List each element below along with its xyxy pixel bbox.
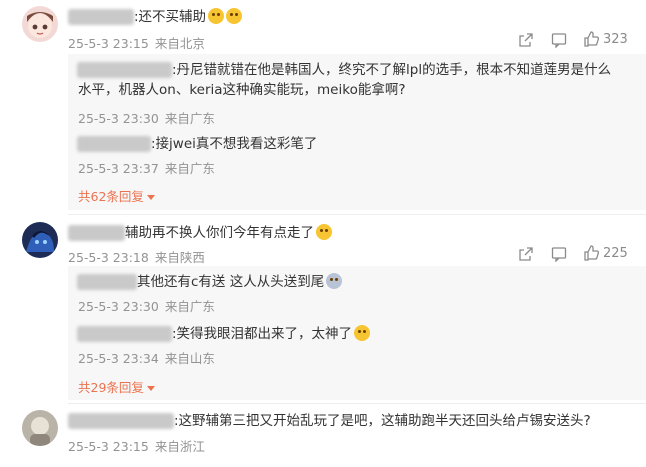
reply-date: 25-5-3 23:30: [78, 111, 159, 126]
emoji-icon: [226, 8, 243, 24]
emoji-icon: [208, 8, 225, 24]
reply-location: 来自广东: [164, 111, 215, 126]
reply-username[interactable]: [77, 326, 172, 342]
reply-meta: 25-5-3 23:30 来自广东: [78, 108, 215, 127]
reply-meta: 25-5-3 23:30 来自广东: [78, 296, 215, 315]
more-replies-link[interactable]: 共29条回复: [78, 377, 155, 396]
comment-meta: 25-5-3 23:15 来自浙江: [68, 436, 205, 455]
like-count: 323: [603, 32, 628, 47]
share-icon[interactable]: [518, 32, 534, 48]
comment-icon[interactable]: [551, 246, 567, 262]
reply-meta: 25-5-3 23:37 来自广东: [78, 158, 215, 177]
comment-location: 来自浙江: [154, 439, 205, 454]
emoji-icon: [316, 224, 332, 240]
avatar[interactable]: [22, 222, 58, 258]
like-count: 225: [603, 246, 628, 261]
comment-location: 来自陕西: [154, 250, 205, 265]
reply-username[interactable]: [77, 274, 137, 290]
reply-date: 25-5-3 23:34: [78, 351, 159, 366]
reply-username[interactable]: [77, 136, 151, 152]
avatar[interactable]: [22, 6, 58, 42]
reply-date: 25-5-3 23:30: [78, 299, 159, 314]
chevron-down-icon: [146, 195, 155, 200]
emoji-icon: [354, 325, 371, 341]
username[interactable]: [68, 413, 174, 429]
reply-text: :笑得我眼泪都出来了，太神了: [172, 324, 371, 344]
comment-text: :这野辅第三把又开始乱玩了是吧，这辅助跑半天还回头给卢锡安送头?: [174, 413, 591, 429]
username[interactable]: [68, 9, 134, 25]
comment-meta: 25-5-3 23:15 来自北京: [68, 33, 205, 52]
like-icon[interactable]: [583, 245, 599, 261]
comment-date: 25-5-3 23:18: [68, 250, 149, 265]
comment-text: :还不买辅助: [134, 7, 243, 27]
reply-text: 其他还有c有送 这人从头送到尾: [137, 272, 343, 292]
comment-date: 25-5-3 23:15: [68, 439, 149, 454]
more-replies-link[interactable]: 共62条回复: [78, 186, 155, 205]
chevron-down-icon: [146, 386, 155, 391]
emoji-icon: [326, 273, 343, 289]
comment-text: 辅助再不换人你们今年有点走了: [125, 223, 332, 243]
reply-location: 来自广东: [164, 299, 215, 314]
divider: [68, 214, 646, 215]
avatar[interactable]: [22, 410, 58, 446]
like-icon[interactable]: [583, 31, 599, 47]
comment-location: 来自北京: [154, 36, 205, 51]
reply-text: :接jwei真不想我看这彩笔了: [151, 136, 318, 152]
divider: [68, 403, 646, 404]
username[interactable]: [68, 225, 125, 241]
reply-date: 25-5-3 23:37: [78, 161, 159, 176]
comment-date: 25-5-3 23:15: [68, 36, 149, 51]
share-icon[interactable]: [518, 246, 534, 262]
comment-icon[interactable]: [551, 32, 567, 48]
reply-text: :丹尼错就错在他是韩国人，终究不了解lpl的选手，根本不知道莲男是什么水平，机器…: [78, 62, 612, 98]
reply-location: 来自广东: [164, 161, 215, 176]
reply-location: 来自山东: [164, 351, 215, 366]
reply-meta: 25-5-3 23:34 来自山东: [78, 348, 215, 367]
comment-meta: 25-5-3 23:18 来自陕西: [68, 247, 205, 266]
